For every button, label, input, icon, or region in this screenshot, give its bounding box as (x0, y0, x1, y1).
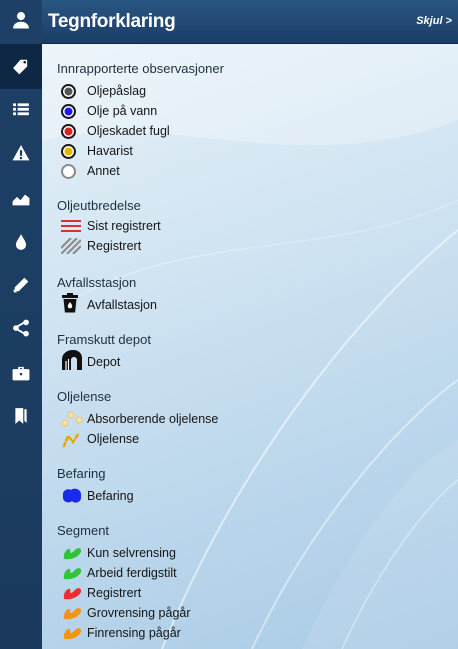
list-item: Oljeskadet fugl (57, 121, 224, 141)
sidebar (0, 0, 42, 649)
sidebar-item-drop[interactable] (0, 222, 42, 262)
list-item: Finrensing pågår (57, 623, 191, 643)
list-item: Kun selvrensing (57, 543, 191, 563)
section-title: Framskutt depot (57, 332, 151, 347)
depot-icon (62, 350, 82, 370)
warning-icon (12, 145, 30, 161)
section-oil-boom: Oljelense Absorberende oljelense Oljelen… (57, 388, 218, 449)
list-item: Arbeid ferdigstilt (57, 563, 191, 583)
page-title: Tegnforklaring (48, 11, 176, 32)
list-item: Depot (57, 350, 151, 372)
section-inspection: Befaring Befaring (57, 465, 134, 506)
section-title: Segment (57, 523, 110, 538)
section-title: Oljelense (57, 389, 112, 404)
sidebar-item-share[interactable] (0, 308, 42, 348)
sidebar-item-legend[interactable] (0, 44, 42, 89)
segment-green-icon (63, 548, 82, 560)
observation-dot-icon (61, 123, 76, 139)
bookmark-icon (15, 408, 27, 424)
list-item: Sist registrert (57, 216, 161, 236)
sidebar-item-warning[interactable] (0, 133, 42, 173)
section-observations: Innrapporterte observasjoner Oljepåslag … (57, 60, 224, 181)
list-item: Oljelense (57, 429, 218, 449)
section-waste-station: Avfallsstasjon Avfallstasjon (57, 274, 157, 315)
list-item: Avfallstasjon (57, 293, 157, 315)
sidebar-item-briefcase[interactable] (0, 353, 42, 393)
segment-orange-icon (63, 628, 82, 640)
area-chart-icon (12, 194, 30, 206)
observation-dot-icon (61, 143, 76, 159)
sidebar-item-list[interactable] (0, 89, 42, 129)
list-item: Absorberende oljelense (57, 409, 218, 429)
sidebar-item-chart[interactable] (0, 178, 42, 218)
briefcase-icon (12, 366, 30, 381)
section-title: Befaring (57, 466, 106, 481)
sidebar-item-bookmark[interactable] (0, 396, 42, 436)
hatch-icon (61, 238, 81, 254)
list-item: Befaring (57, 486, 134, 506)
list-item: Registrert (57, 583, 191, 603)
trash-icon (62, 293, 78, 313)
list-item: Olje på vann (57, 101, 224, 121)
section-segment: Segment Kun selvrensing Arbeid ferdigsti… (57, 522, 191, 643)
observation-dot-icon (61, 163, 76, 179)
observation-dot-icon (61, 83, 76, 99)
pencil-icon (13, 277, 29, 293)
list-item: Oljepåslag (57, 81, 224, 101)
tag-icon (13, 59, 28, 74)
drop-icon (15, 234, 27, 250)
section-title: Innrapporterte observasjoner (57, 61, 224, 76)
segment-red-icon (63, 588, 82, 600)
inspection-blob-icon (62, 488, 82, 503)
section-title: Oljeutbredelse (57, 198, 141, 213)
list-icon (13, 103, 29, 116)
sidebar-item-user[interactable] (0, 0, 42, 40)
section-oil-spread: Oljeutbredelse Sist registrert Registrer… (57, 197, 161, 256)
list-item: Registrert (57, 236, 161, 256)
observation-dot-icon (61, 103, 76, 119)
list-item: Havarist (57, 141, 224, 161)
hide-button[interactable]: Skjul > (416, 15, 452, 27)
segment-orange-icon (63, 608, 82, 620)
sidebar-item-draw[interactable] (0, 265, 42, 305)
section-depot: Framskutt depot Depot (57, 331, 151, 372)
list-item: Annet (57, 161, 224, 181)
absorbent-boom-icon (61, 411, 83, 427)
legend-header: Tegnforklaring Skjul > (42, 0, 458, 44)
segment-green-icon (63, 568, 82, 580)
legend-panel: Tegnforklaring Skjul > Innrapporterte ob… (42, 0, 458, 649)
boom-icon (62, 431, 81, 448)
share-icon (13, 319, 29, 337)
section-title: Avfallsstasjon (57, 275, 137, 290)
list-item: Grovrensing pågår (57, 603, 191, 623)
red-lines-icon (61, 220, 81, 232)
user-icon (13, 12, 29, 29)
